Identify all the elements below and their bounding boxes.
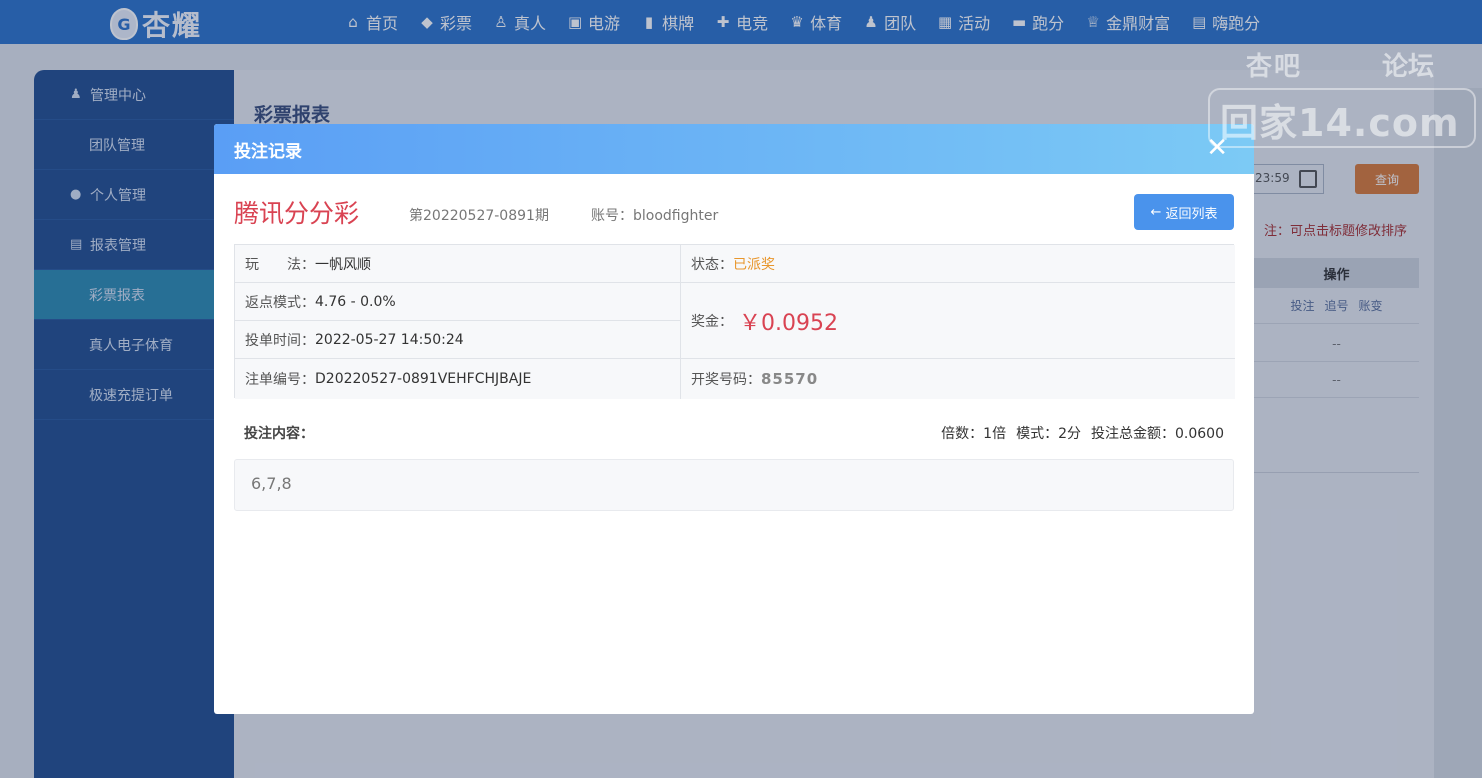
modal-title: 投注记录: [234, 141, 302, 162]
rebate-cell: 返点模式： 4.76 - 0.0%: [235, 283, 681, 321]
arrow-left-icon: ←: [1150, 204, 1162, 220]
watermark: 杏吧 论坛 回家14.com: [1208, 44, 1476, 148]
play-value: 一帆风顺: [315, 256, 371, 273]
status-label: 状态：: [691, 256, 733, 273]
draw-value: 85570: [761, 370, 819, 388]
order-value: D20220527-0891VEHFCHJBAJE: [315, 371, 532, 387]
rebate-label: 返点模式：: [245, 294, 315, 311]
status-badge: 已派奖: [733, 256, 775, 273]
modal-header: 投注记录 ✕: [214, 124, 1254, 174]
time-label: 投单时间：: [245, 332, 315, 349]
multiplier: 倍数：1倍: [941, 426, 1007, 442]
watermark-top-right: 论坛: [1382, 52, 1435, 82]
play-method-cell: 玩 法： 一帆风顺: [235, 245, 681, 283]
period-number: 第20220527-0891期: [409, 208, 549, 224]
back-to-list-button[interactable]: ← 返回列表: [1134, 194, 1234, 230]
bet-content-label: 投注内容：: [244, 426, 314, 442]
prize-cell: 奖金： ￥0.0952: [681, 283, 1235, 359]
total-amount: 投注总金额：0.0600: [1091, 426, 1224, 442]
bet-detail-table: 玩 法： 一帆风顺 状态： 已派奖 返点模式： 4.76 - 0.0% 投单时间： 20…: [234, 244, 1235, 399]
bet-summary: 腾讯分分彩 第20220527-0891期 账号：bloodfighter ← …: [234, 194, 1234, 234]
prize-label: 奖金：: [691, 313, 733, 330]
bet-record-modal: 投注记录 ✕ 腾讯分分彩 第20220527-0891期 账号：bloodfig…: [214, 124, 1254, 714]
lottery-name: 腾讯分分彩: [234, 199, 360, 228]
status-cell: 状态： 已派奖: [681, 245, 1235, 283]
order-label: 注单编号：: [245, 372, 315, 388]
draw-number-cell: 开奖号码： 85570: [681, 359, 1235, 399]
time-value: 2022-05-27 14:50:24: [315, 331, 464, 348]
back-label: 返回列表: [1165, 206, 1218, 222]
mode: 模式：2分: [1016, 426, 1081, 442]
account-value: bloodfighter: [633, 208, 719, 224]
play-label: 玩 法：: [245, 256, 315, 273]
order-number-cell: 注单编号： D20220527-0891VEHFCHJBAJE: [235, 359, 681, 399]
bet-content: 6,7,8: [234, 459, 1234, 511]
watermark-url: 回家14.com: [1220, 101, 1460, 145]
account-info: 账号：bloodfighter: [591, 205, 718, 225]
watermark-top-left: 杏吧: [1246, 52, 1303, 82]
bet-time-cell: 投单时间： 2022-05-27 14:50:24: [235, 321, 681, 359]
bet-meta: 倍数：1倍 模式：2分 投注总金额：0.0600: [941, 423, 1224, 443]
rebate-value: 4.76 - 0.0%: [315, 293, 396, 310]
account-label: 账号：: [591, 208, 633, 224]
prize-value: ￥0.0952: [739, 310, 838, 336]
draw-label: 开奖号码：: [691, 372, 761, 388]
